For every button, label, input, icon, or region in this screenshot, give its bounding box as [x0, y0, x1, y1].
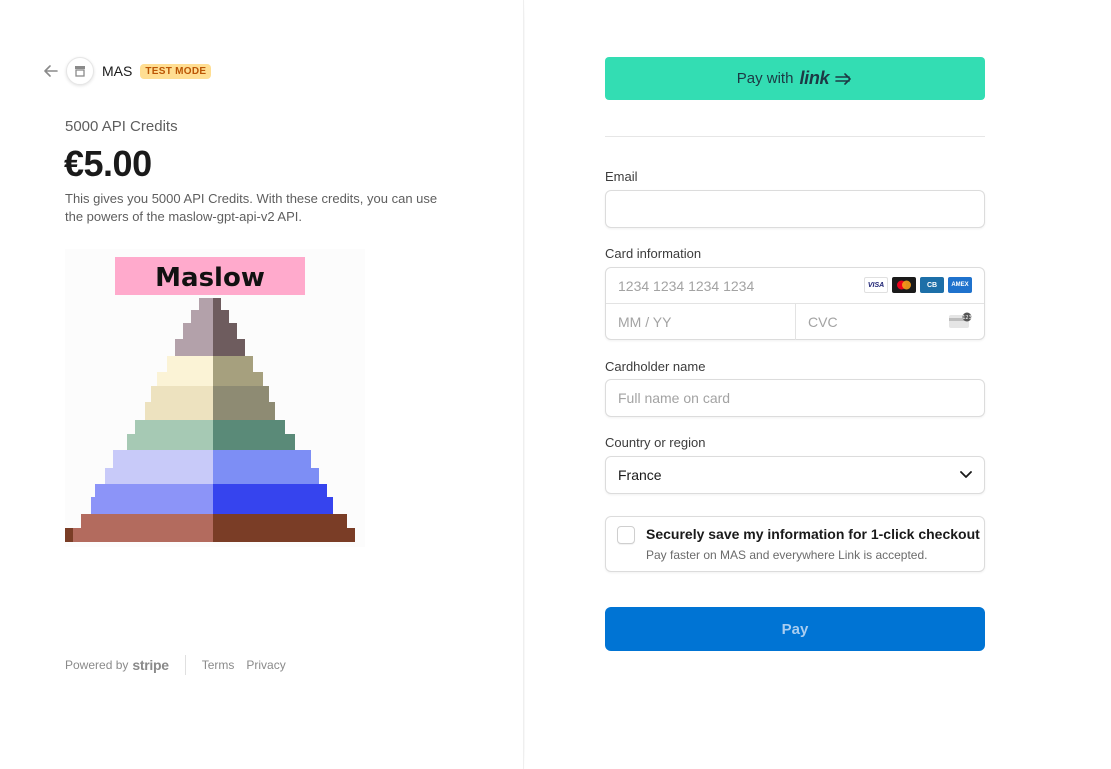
- or-divider: [605, 136, 985, 137]
- card-expiry-field[interactable]: MM / YY: [606, 304, 796, 340]
- cvc-placeholder: CVC: [808, 314, 838, 330]
- footer-divider: [184, 655, 186, 675]
- email-label: Email: [605, 169, 638, 184]
- save-info-subtitle: Pay faster on MAS and everywhere Link is…: [646, 548, 928, 562]
- pay-button[interactable]: Pay: [605, 607, 985, 651]
- stripe-logo: stripe: [132, 657, 169, 673]
- test-mode-badge: TEST MODE: [140, 63, 212, 79]
- card-cvc-field[interactable]: CVC 123: [796, 304, 984, 340]
- chevron-down-icon: [960, 471, 972, 478]
- link-save-option: Securely save my information for 1-click…: [605, 516, 985, 572]
- image-title-text: Maslow: [155, 263, 265, 293]
- powered-by-stripe[interactable]: Powered by stripe: [65, 657, 169, 673]
- order-summary-panel: MAS TEST MODE 5000 API Credits €5.00 Thi…: [0, 0, 524, 769]
- country-value: France: [618, 467, 662, 483]
- card-info-group: 1234 1234 1234 1234 VISA CB AMEX MM / YY…: [605, 267, 985, 340]
- country-select[interactable]: France: [605, 456, 985, 494]
- cb-icon: CB: [920, 277, 944, 293]
- cardholder-label: Cardholder name: [605, 359, 706, 374]
- svg-text:123: 123: [962, 315, 972, 321]
- terms-link[interactable]: Terms: [202, 658, 235, 672]
- merchant-name: MAS: [102, 63, 133, 79]
- payment-form-panel: Pay with link Email Card information 123…: [525, 0, 1111, 769]
- powered-by-label: Powered by: [65, 658, 129, 672]
- product-price: €5.00: [64, 143, 152, 184]
- merchant-header: MAS TEST MODE: [42, 56, 212, 86]
- store-icon: [66, 57, 94, 85]
- card-number-placeholder: 1234 1234 1234 1234: [618, 277, 755, 294]
- pyramid-illustration: [65, 298, 355, 542]
- cvc-card-icon: 123: [948, 312, 972, 333]
- product-description: This gives you 5000 API Credits. With th…: [65, 191, 438, 224]
- arrow-right-icon: [835, 72, 852, 85]
- card-number-field[interactable]: 1234 1234 1234 1234 VISA CB AMEX: [606, 268, 984, 304]
- visa-icon: VISA: [864, 277, 888, 293]
- card-brands: VISA CB AMEX: [864, 277, 972, 293]
- email-field[interactable]: [605, 190, 985, 228]
- mastercard-icon: [892, 277, 916, 293]
- link-logo: link: [799, 68, 830, 88]
- back-arrow-icon[interactable]: [42, 62, 60, 80]
- product-image: Maslow: [65, 249, 365, 547]
- save-info-title: Securely save my information for 1-click…: [646, 526, 980, 542]
- amex-icon: AMEX: [948, 277, 972, 293]
- save-info-checkbox[interactable]: [617, 526, 635, 544]
- privacy-link[interactable]: Privacy: [246, 658, 285, 672]
- product-name: 5000 API Credits: [65, 118, 178, 135]
- expiry-placeholder: MM / YY: [618, 314, 672, 330]
- card-info-label: Card information: [605, 246, 702, 261]
- cardholder-placeholder: Full name on card: [618, 390, 731, 406]
- footer: Powered by stripe Terms Privacy: [65, 655, 298, 675]
- country-label: Country or region: [605, 435, 706, 450]
- pay-with-label: Pay with: [736, 70, 794, 87]
- cardholder-name-field[interactable]: Full name on card: [605, 379, 985, 417]
- pay-with-link-button[interactable]: Pay with link: [605, 57, 985, 100]
